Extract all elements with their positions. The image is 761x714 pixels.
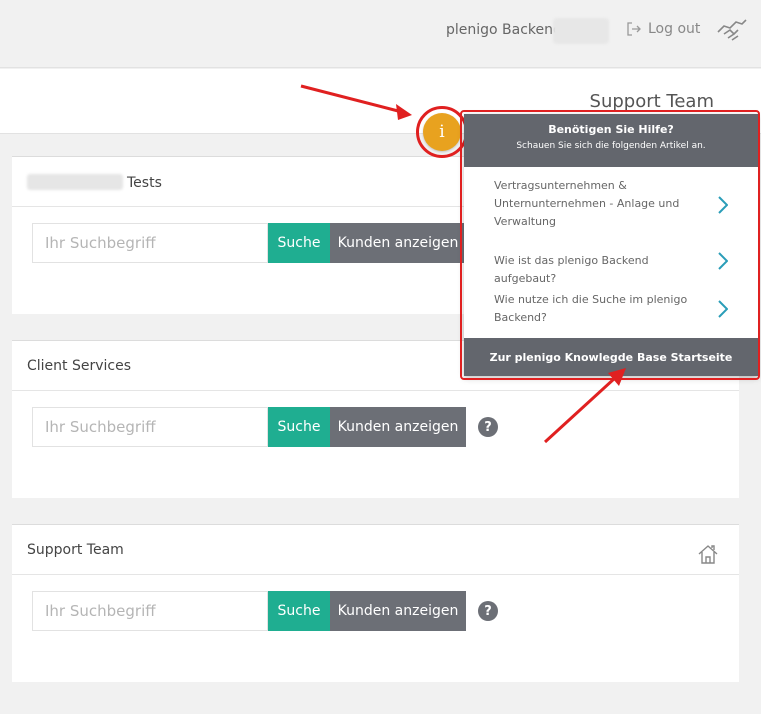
logout-icon	[627, 22, 641, 36]
top-bar: plenigo Backend Log out	[0, 0, 761, 68]
home-icon[interactable]	[697, 543, 719, 565]
panel-title: Client Services	[27, 358, 132, 374]
logout-label: Log out	[648, 21, 701, 37]
search-button[interactable]: Suche	[268, 223, 330, 263]
search-button[interactable]: Suche	[268, 407, 330, 447]
show-customers-button[interactable]: Kunden anzeigen	[330, 591, 466, 631]
redacted-chip	[553, 18, 609, 44]
search-button[interactable]: Suche	[268, 591, 330, 631]
search-row: Ihr Suchbegriff Suche Kunden anzeigen ?	[32, 407, 498, 447]
search-row: Ihr Suchbegriff Suche Kunden anzeigen ?	[32, 591, 498, 631]
panel-header: Support Team	[12, 525, 739, 575]
show-customers-button[interactable]: Kunden anzeigen	[330, 407, 466, 447]
search-row: Ihr Suchbegriff Suche Kunden anzeigen	[32, 223, 466, 263]
annotation-box	[460, 110, 760, 380]
show-customers-button[interactable]: Kunden anzeigen	[330, 223, 466, 263]
panel-title: Support Team	[27, 542, 124, 558]
brand-label: plenigo Backend	[446, 22, 562, 38]
search-input[interactable]: Ihr Suchbegriff	[32, 407, 268, 447]
page-title: Support Team	[589, 91, 714, 112]
help-icon[interactable]: ?	[478, 417, 498, 437]
search-input[interactable]: Ihr Suchbegriff	[32, 223, 268, 263]
handshake-icon[interactable]	[716, 16, 748, 44]
panel-title: Tests	[27, 174, 162, 191]
search-input[interactable]: Ihr Suchbegriff	[32, 591, 268, 631]
panel-support-team: Support Team Ihr Suchbegriff Suche Kunde…	[12, 524, 739, 682]
help-icon[interactable]: ?	[478, 601, 498, 621]
redacted-name	[27, 174, 123, 190]
logout-link[interactable]: Log out	[626, 21, 700, 37]
